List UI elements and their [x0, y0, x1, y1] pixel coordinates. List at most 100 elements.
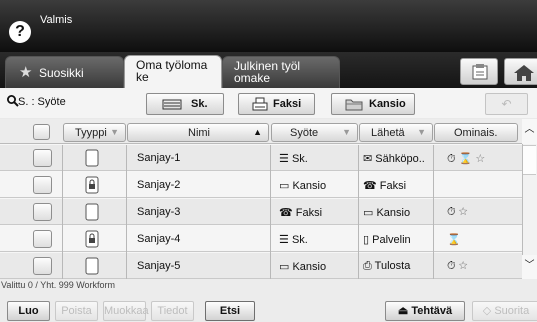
- row-name: Sanjay-5: [137, 260, 181, 272]
- selection-info: Valittu 0 / Yht. 999 Workform: [1, 280, 116, 290]
- locked-document-icon: [85, 230, 99, 248]
- eject-icon: ⏏: [397, 305, 409, 317]
- fax-icon: [252, 97, 268, 111]
- search-button[interactable]: Etsi: [205, 301, 255, 321]
- row-name: Sanjay-3: [137, 206, 181, 218]
- scanner-icon: [162, 99, 182, 110]
- help-button[interactable]: ?: [9, 21, 31, 43]
- column-header-name[interactable]: Nimi ▲: [127, 123, 269, 142]
- tab-public-workforms[interactable]: Julkinen työl omake: [222, 56, 340, 88]
- filter-folder-label: Kansio: [369, 98, 406, 110]
- folder-icon: ▭: [363, 207, 374, 219]
- home-icon: [514, 65, 534, 81]
- table-row[interactable]: Sanjay-4 ☰ Sk. ▯ Palvelin ⌛: [0, 226, 522, 252]
- column-divider: [433, 145, 434, 279]
- hourglass-icon: ⌛: [458, 153, 473, 165]
- row-checkbox[interactable]: [33, 257, 52, 275]
- document-icon: [85, 149, 99, 167]
- row-name: Sanjay-4: [137, 233, 181, 245]
- tab-own-workforms[interactable]: Oma työloma ke: [124, 55, 222, 89]
- timer-icon: ⏱: [447, 206, 456, 218]
- column-header-send[interactable]: Lähetä ▼: [359, 123, 433, 142]
- undo-button[interactable]: ↶: [485, 93, 528, 115]
- tab-favorites-label: Suosikki: [39, 66, 84, 80]
- filter-scan-button[interactable]: Sk.: [146, 93, 224, 115]
- document-icon: [85, 203, 99, 221]
- row-checkbox[interactable]: [33, 149, 52, 167]
- fax-icon: ☎: [363, 180, 377, 192]
- column-divider: [358, 145, 359, 279]
- table-row[interactable]: Sanjay-2 ▭ Kansio ☎ Faksi: [0, 172, 522, 198]
- clipboard-icon: [472, 64, 488, 80]
- scroll-up-button[interactable]: ︿: [522, 119, 537, 144]
- filter-scan-label: Sk.: [191, 98, 208, 110]
- row-checkbox[interactable]: [33, 203, 52, 221]
- row-send: Tulosta: [374, 260, 411, 272]
- help-icon[interactable]: ?: [15, 23, 25, 40]
- details-button[interactable]: Tiedot: [151, 301, 194, 321]
- column-divider: [126, 145, 127, 279]
- column-header-type[interactable]: Tyyppi ▼: [63, 123, 126, 142]
- table-row[interactable]: Sanjay-3 ☎ Faksi ▭ Kansio ⏱ ☆: [0, 199, 522, 225]
- row-checkbox[interactable]: [33, 230, 52, 248]
- run-button[interactable]: ◇ Suorita: [472, 301, 537, 321]
- row-input: Kansio: [292, 261, 327, 273]
- job-status-button[interactable]: [460, 58, 498, 85]
- filter-folder-button[interactable]: Kansio: [331, 93, 415, 115]
- edit-button[interactable]: Muokkaa: [103, 301, 149, 321]
- email-icon: ✉: [363, 153, 373, 165]
- folder-icon: [345, 99, 363, 111]
- filter-fax-label: Faksi: [273, 98, 302, 110]
- column-divider: [270, 145, 271, 279]
- filter-label: S. : Syöte: [18, 96, 66, 108]
- row-send: Sähköpo..: [375, 153, 425, 165]
- column-header-input[interactable]: Syöte ▼: [271, 123, 358, 142]
- run-button-label: Suorita: [494, 305, 530, 317]
- row-name: Sanjay-2: [137, 179, 181, 191]
- star-icon: ☆: [458, 206, 468, 218]
- task-button[interactable]: ⏏ Tehtävä: [385, 301, 465, 321]
- dropdown-arrow-icon: ▼: [110, 127, 119, 137]
- table-row[interactable]: Sanjay-1 ☰ Sk. ✉ Sähköpo.. ⏱ ⌛ ☆: [0, 145, 522, 171]
- dropdown-arrow-icon: ▼: [342, 127, 351, 137]
- row-send: Palvelin: [372, 234, 411, 246]
- chevron-down-icon: ﹀: [524, 260, 535, 271]
- server-icon: ▯: [363, 234, 370, 246]
- status-text: Valmis: [40, 14, 73, 26]
- row-input: Sk.: [291, 153, 308, 165]
- locked-document-icon: [85, 176, 99, 194]
- scroll-thumb[interactable]: [523, 145, 536, 175]
- column-divider: [62, 145, 63, 279]
- scanner-icon: ☰: [279, 153, 289, 165]
- row-input: Faksi: [295, 207, 323, 219]
- timer-icon: ⏱: [447, 260, 456, 272]
- undo-icon: ↶: [501, 97, 512, 111]
- dropdown-arrow-icon: ▼: [417, 127, 426, 137]
- star-icon: ☆: [475, 153, 486, 165]
- task-button-label: Tehtävä: [411, 305, 453, 317]
- select-all-checkbox[interactable]: [33, 124, 50, 140]
- tab-public-workforms-label: Julkinen työl omake: [234, 59, 301, 85]
- diamond-icon: ◇: [482, 305, 492, 317]
- folder-icon: ▭: [279, 261, 290, 273]
- delete-button[interactable]: Poista: [55, 301, 98, 321]
- row-input: Kansio: [292, 180, 327, 192]
- sort-ascending-icon: ▲: [253, 127, 262, 137]
- new-button[interactable]: Luo: [7, 301, 50, 321]
- scanner-icon: ☰: [279, 234, 289, 246]
- column-header-features[interactable]: Ominais.: [434, 123, 518, 142]
- document-icon: [85, 257, 99, 275]
- row-send: Kansio: [376, 207, 411, 219]
- fax-icon: ☎: [279, 207, 293, 219]
- home-button[interactable]: [504, 58, 537, 85]
- printer-icon: ⎙: [363, 260, 372, 272]
- row-name: Sanjay-1: [137, 152, 181, 164]
- table-row[interactable]: Sanjay-5 ▭ Kansio ⎙ Tulosta ⏱ ☆: [0, 253, 522, 279]
- row-send: Faksi: [379, 180, 407, 192]
- filter-fax-button[interactable]: Faksi: [238, 93, 315, 115]
- row-checkbox[interactable]: [33, 176, 52, 194]
- status-bar: [0, 0, 537, 52]
- star-icon: ★: [19, 64, 33, 81]
- scroll-down-button[interactable]: ﹀: [522, 255, 537, 279]
- tab-favorites[interactable]: ★ Suosikki: [5, 56, 124, 88]
